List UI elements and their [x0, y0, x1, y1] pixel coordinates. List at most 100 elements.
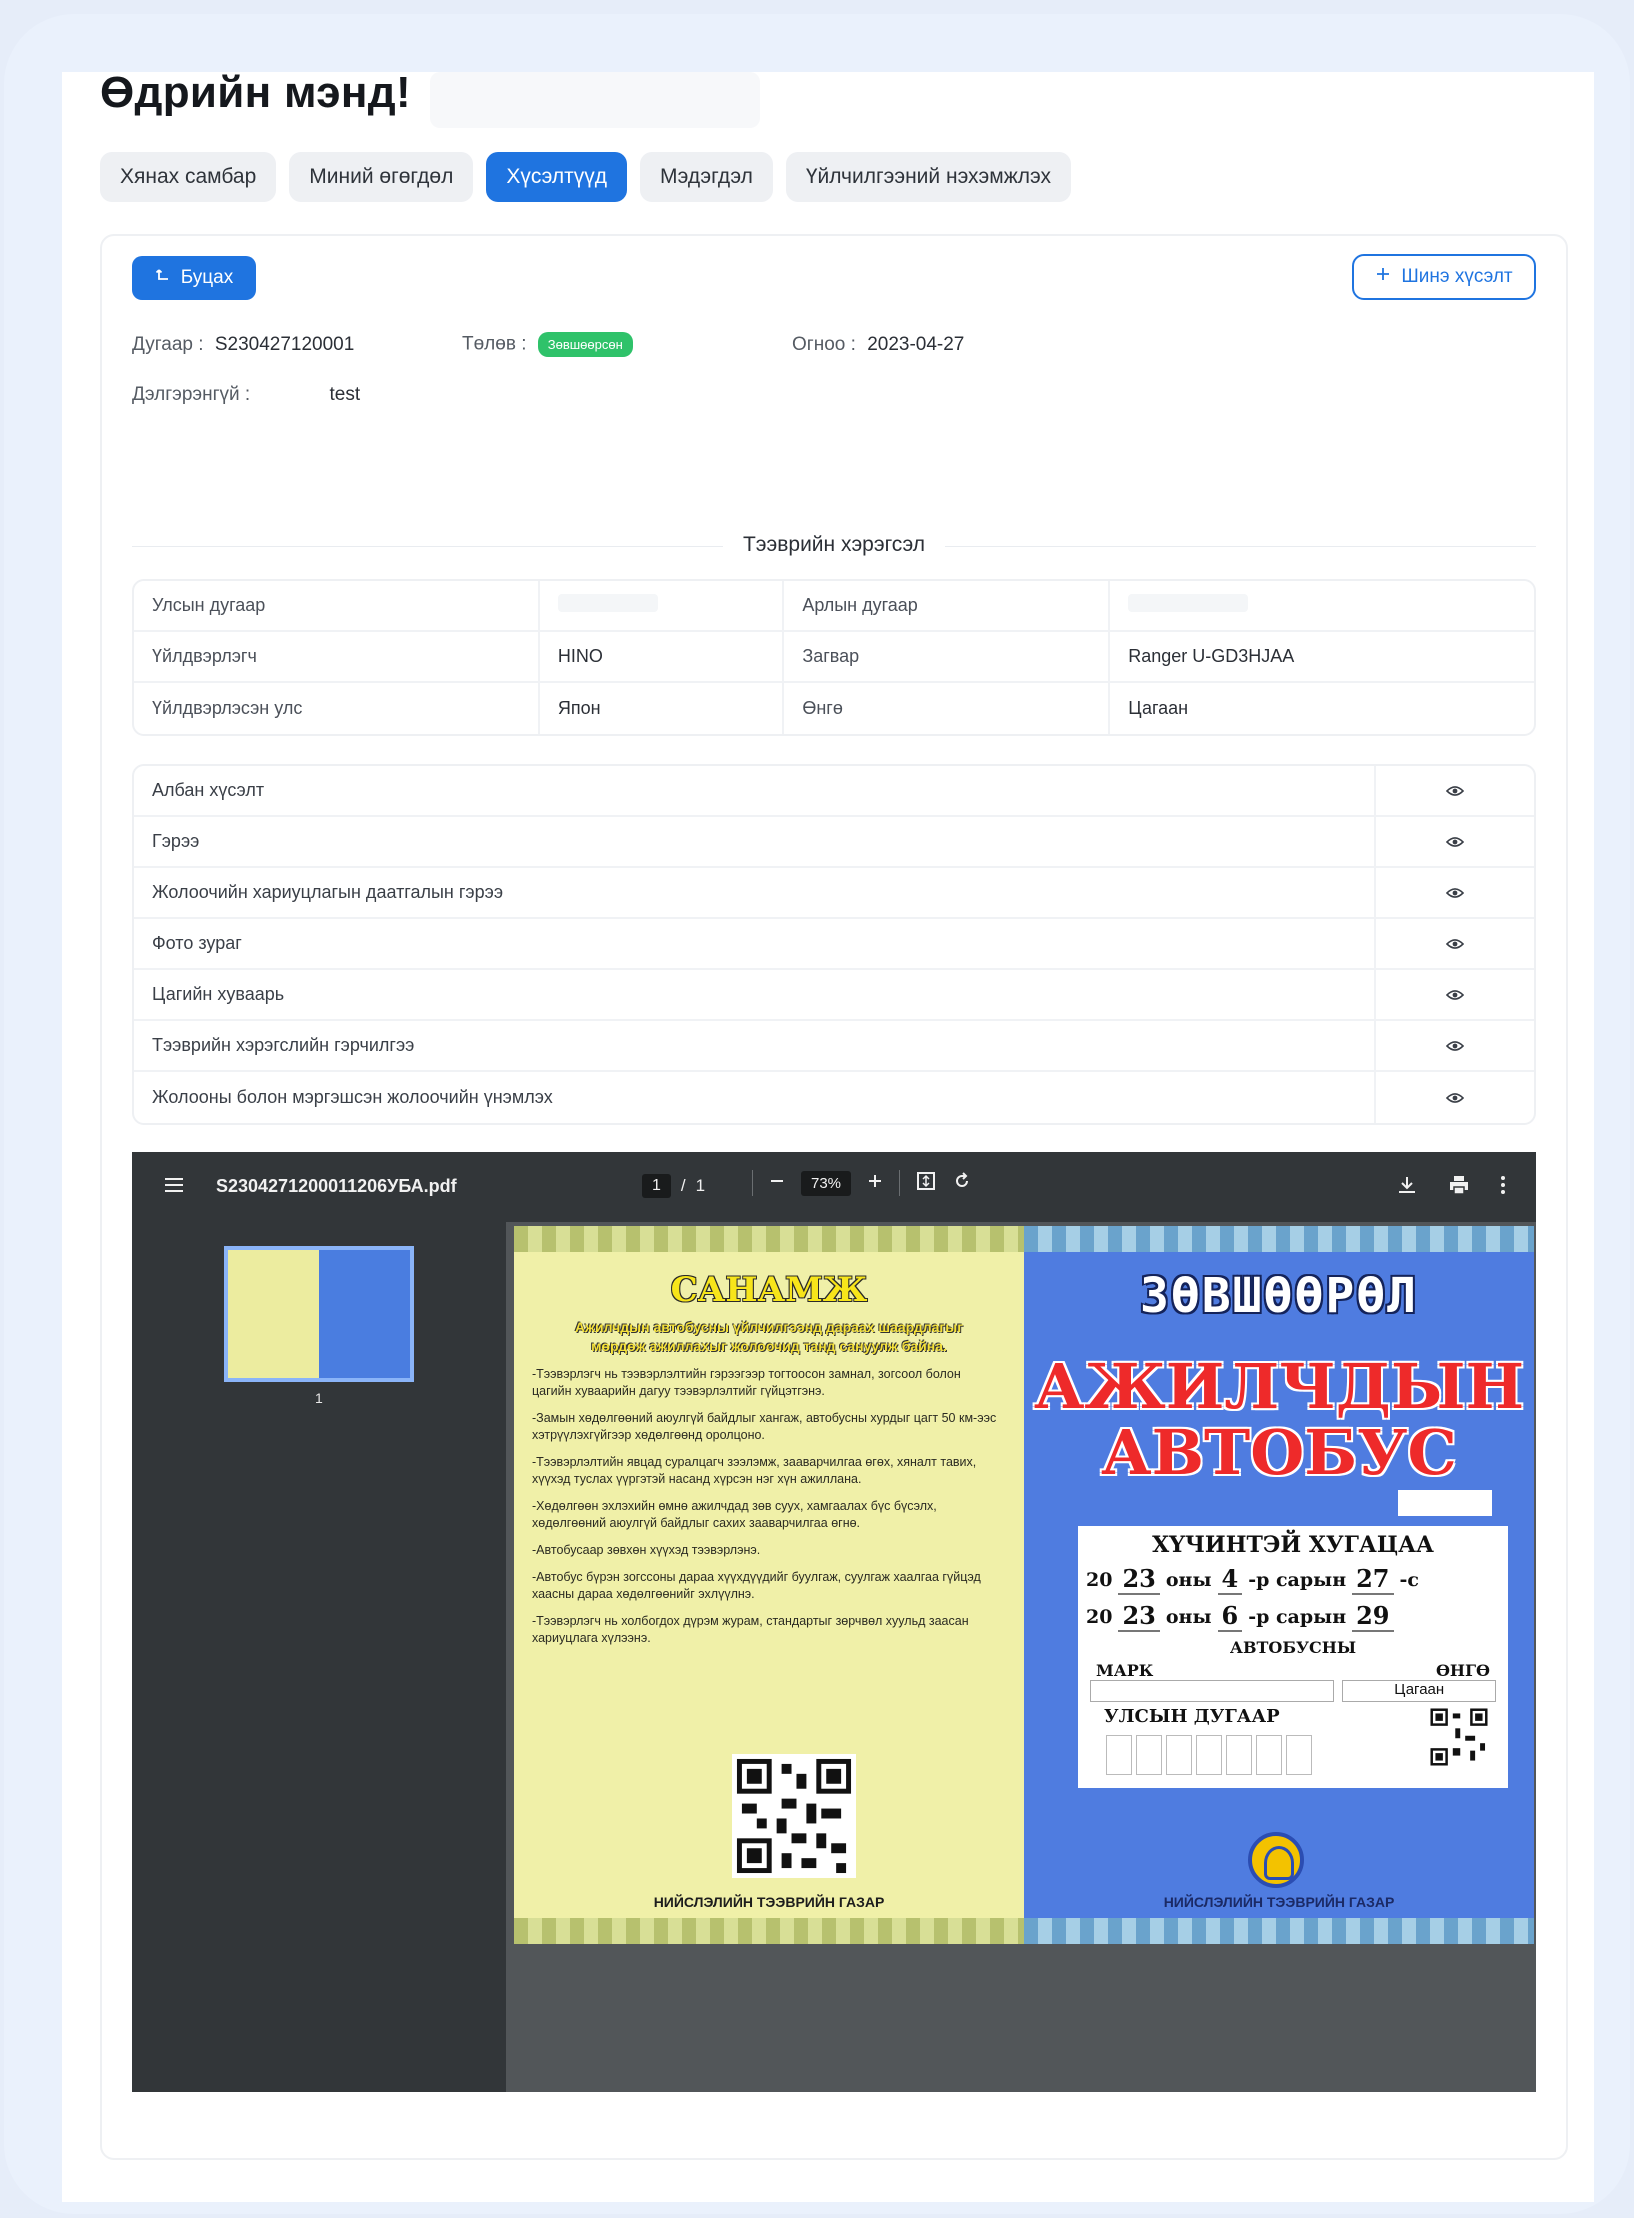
year-suffix: оны [1165, 1568, 1212, 1591]
list-item: Жолооны болон мэргэшсэн жолоочийн үнэмлэ… [134, 1072, 1534, 1123]
document-name: Цагийн хуваарь [134, 970, 1376, 1019]
plate-box [1256, 1735, 1282, 1775]
back-button[interactable]: Буцах [132, 256, 256, 300]
eye-icon[interactable] [1376, 1072, 1534, 1123]
vehicle-value: Япон [540, 683, 785, 734]
request-status-label: Төлөв : [462, 333, 527, 355]
color-label: ӨНГӨ [1435, 1661, 1490, 1680]
page-separator: / [680, 1176, 686, 1195]
print-icon[interactable] [1448, 1174, 1470, 1201]
eye-icon[interactable] [1376, 1021, 1534, 1070]
thumbnail-page-number: 1 [315, 1390, 323, 1406]
mark-value-box [1090, 1680, 1335, 1702]
main-tabs: Хянах самбар Миний өгөгдөл Хүсэлтүүд Мэд… [100, 152, 1071, 202]
to-day: 29 [1352, 1601, 1394, 1632]
plate-boxes [1086, 1735, 1312, 1775]
tab-notifications[interactable]: Мэдэгдэл [639, 152, 773, 202]
eye-icon[interactable] [1376, 970, 1534, 1019]
year-suffix: оны [1165, 1605, 1212, 1628]
zoom-in-icon[interactable] [867, 1173, 883, 1194]
year-prefix: 20 [1086, 1605, 1113, 1628]
download-icon[interactable] [1396, 1174, 1418, 1201]
request-detail: Дэлгэрэнгүй : test [132, 384, 360, 406]
notice-rules: -Тээвэрлэгч нь тээвэрлэлтийн гэрээгээр т… [532, 1366, 1002, 1657]
zoom-controls: 73% [752, 1170, 972, 1196]
page-indicator: 1 / 1 [642, 1174, 705, 1198]
pdf-viewer: S2304271200011206УБА.pdf 1 / 1 73% 1 САН… [132, 1152, 1536, 2092]
ornament-border [1024, 1226, 1534, 1252]
divider [899, 1170, 901, 1196]
page-number-input[interactable]: 1 [642, 1174, 671, 1198]
vehicle-key: Загвар [784, 632, 1111, 683]
eye-icon[interactable] [1376, 766, 1534, 815]
brand-color-labels: МАРК ӨНГӨ [1086, 1661, 1500, 1680]
plate-box [1136, 1735, 1162, 1775]
vehicle-key: Улсын дугаар [134, 581, 540, 632]
document-name: Албан хүсэлт [134, 766, 1376, 815]
request-detail-card: Буцах Шинэ хүсэлт Дугаар : S230427120001… [100, 234, 1568, 2160]
vehicle-key: Өнгө [784, 683, 1111, 734]
list-item: Албан хүсэлт [134, 766, 1534, 817]
validity-to: 20 23 оны 6 -р сарын 29 [1086, 1601, 1500, 1632]
hamburger-menu-icon[interactable] [164, 1176, 184, 1199]
ornament-border [514, 1226, 1024, 1252]
mark-label: МАРК [1096, 1661, 1154, 1680]
zoom-out-icon[interactable] [769, 1173, 785, 1194]
permit-panel: ЗӨВШӨӨРӨЛ АЖИЛЧДЫН АВТОБУС ХҮЧИНТЭЙ ХУГА… [1024, 1226, 1534, 1944]
pdf-page: САНАМЖ Ажилчдын автобусны үйлчилгээнд да… [514, 1226, 1534, 1944]
tab-dashboard[interactable]: Хянах самбар [100, 152, 277, 202]
document-name: Тээврийн хэрэгслийн гэрчилгээ [134, 1021, 1376, 1070]
request-status: Төлөв : Зөвшөөрсөн [462, 332, 633, 357]
redacted-value [1128, 594, 1249, 612]
zoom-level[interactable]: 73% [801, 1170, 852, 1196]
request-detail-value: test [329, 384, 361, 405]
eye-icon[interactable] [1376, 817, 1534, 866]
vehicle-section-label: Тээврийн хэрэгсэл [722, 533, 946, 557]
rule-item: -Тээвэрлэлтийн явцад суралцагч зээлэмж, … [532, 1455, 977, 1486]
fit-page-icon[interactable] [916, 1171, 936, 1196]
request-date: Огноо : 2023-04-27 [792, 334, 964, 356]
eye-icon[interactable] [1376, 868, 1534, 917]
permit-heading-line2: АВТОБУС [1101, 1416, 1457, 1489]
page-title: Өдрийн мэнд! [100, 68, 411, 117]
pdf-thumbnail-sidebar: 1 [132, 1222, 506, 2092]
tab-requests[interactable]: Хүсэлтүүд [486, 152, 627, 202]
viewer-actions [1396, 1174, 1506, 1201]
plate-block: УЛСЫН ДУГААР [1086, 1706, 1312, 1775]
rule-item: -Автобус бүрэн зогссоны дараа хүүхдүүдий… [532, 1570, 981, 1601]
table-row: Улсын дугаар Арлын дугаар [134, 581, 1534, 632]
permit-heading-line1: АЖИЛЧДЫН [1033, 1350, 1525, 1423]
notice-subtitle: Ажилчдын автобусны үйлчилгээнд дараах ша… [574, 1319, 964, 1354]
document-name: Жолооны болон мэргэшсэн жолоочийн үнэмлэ… [134, 1072, 1376, 1123]
plus-icon [1375, 266, 1391, 288]
tab-service-invoice[interactable]: Үйлчилгээний нэхэмжлэх [785, 152, 1071, 202]
notice-panel: САНАМЖ Ажилчдын автобусны үйлчилгээнд да… [514, 1226, 1024, 1944]
vehicle-table: Улсын дугаар Арлын дугаар Үйлдвэрлэгч HI… [132, 579, 1536, 736]
return-icon [155, 267, 171, 289]
vehicle-value [539, 581, 785, 632]
plate-box [1166, 1735, 1192, 1775]
list-item: Гэрээ [134, 817, 1534, 868]
plate-box [1106, 1735, 1132, 1775]
pdf-toolbar: S2304271200011206УБА.pdf 1 / 1 73% [132, 1152, 1536, 1222]
eye-icon[interactable] [1376, 919, 1534, 968]
page-thumbnail[interactable] [224, 1246, 414, 1382]
permit-qr-code [1428, 1706, 1490, 1768]
permit-footer: НИЙСЛЭЛИЙН ТЭЭВРИЙН ГАЗАР [1163, 1894, 1395, 1910]
vehicle-value [1110, 581, 1534, 632]
document-name: Гэрээ [134, 817, 1376, 866]
new-request-button[interactable]: Шинэ хүсэлт [1352, 254, 1536, 300]
list-item: Тээврийн хэрэгслийн гэрчилгээ [134, 1021, 1534, 1072]
rotate-icon[interactable] [952, 1171, 972, 1196]
tab-my-data[interactable]: Миний өгөгдөл [289, 152, 474, 202]
vehicle-key: Арлын дугаар [784, 581, 1111, 632]
vehicle-key: Үйлдвэрлэсэн улс [134, 683, 540, 734]
page-total: 1 [695, 1176, 706, 1195]
ornament-border [514, 1918, 1024, 1944]
permit-heading: АЖИЛЧДЫН АВТОБУС [1024, 1354, 1534, 1486]
plate-box [1196, 1735, 1222, 1775]
more-options-icon[interactable] [1500, 1175, 1506, 1200]
list-item: Фото зураг [134, 919, 1534, 970]
document-name: Фото зураг [134, 919, 1376, 968]
request-date-label: Огноо : [792, 334, 856, 355]
